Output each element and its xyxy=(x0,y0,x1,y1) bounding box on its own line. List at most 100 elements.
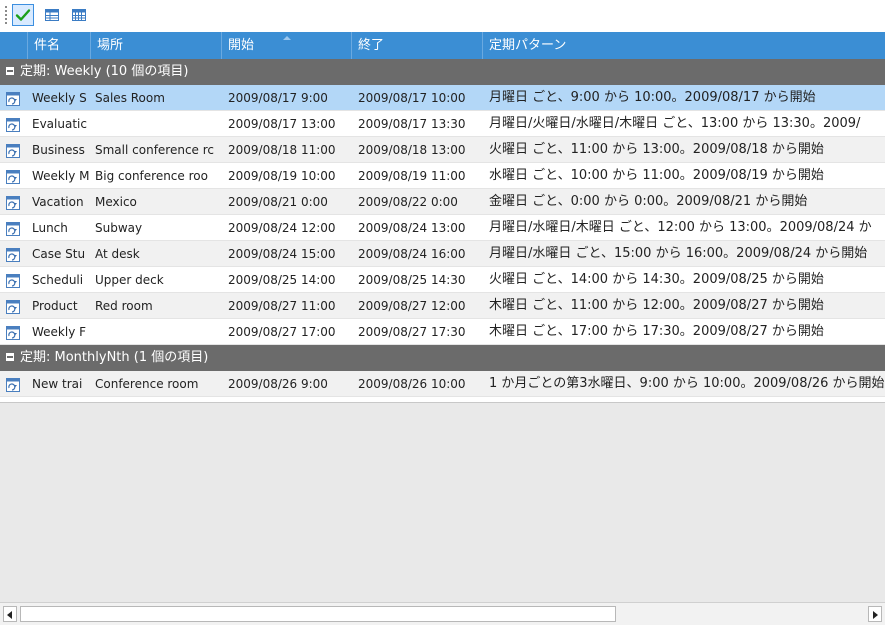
collapse-icon[interactable] xyxy=(6,353,14,361)
cell-end: 2009/08/19 11:00 xyxy=(358,169,466,183)
cell-location: At desk xyxy=(95,247,140,261)
cell-recurrence-pattern: 金曜日 ごと、0:00 から 0:00。2009/08/21 から開始 xyxy=(489,194,808,209)
appointment-grid: 件名 場所 開始 終了 定期パターン 定期: Weekly (10 個の項目) W… xyxy=(0,32,885,402)
cell-start: 2009/08/24 15:00 xyxy=(228,247,336,261)
cell-recurrence-pattern: 木曜日 ごと、17:00 から 17:30。2009/08/27 から開始 xyxy=(489,324,824,339)
collapse-icon[interactable] xyxy=(6,67,14,75)
cell-location xyxy=(91,111,222,137)
recurring-appointment-icon xyxy=(0,111,28,137)
cell-end: 2009/08/18 13:00 xyxy=(358,143,466,157)
recurring-appointment-icon xyxy=(0,163,28,189)
cell-subject: Business xyxy=(32,143,85,157)
cell-start: 2009/08/24 12:00 xyxy=(228,221,336,235)
cell-recurrence-pattern: 月曜日 ごと、9:00 から 10:00。2009/08/17 から開始 xyxy=(489,90,816,105)
cell-location: Red room xyxy=(95,299,153,313)
cell-recurrence-pattern: 月曜日/火曜日/水曜日/木曜日 ごと、13:00 から 13:30。2009/ xyxy=(489,116,861,131)
grid-header: 件名 場所 開始 終了 定期パターン xyxy=(0,32,885,59)
recurring-appointment-icon xyxy=(0,319,28,345)
cell-location: Big conference roo xyxy=(95,169,208,183)
cell-end: 2009/08/27 17:30 xyxy=(358,325,466,339)
cell-recurrence-pattern: 月曜日/水曜日/木曜日 ごと、12:00 から 13:00。2009/08/24… xyxy=(489,220,872,235)
cell-recurrence-pattern: 火曜日 ごと、11:00 から 13:00。2009/08/18 から開始 xyxy=(489,142,824,157)
calendar-view-button[interactable] xyxy=(68,4,90,26)
checkmark-icon xyxy=(15,9,31,21)
cell-end: 2009/08/17 10:00 xyxy=(358,91,466,105)
group-label: 定期: Weekly (10 個の項目) xyxy=(20,64,189,79)
horizontal-scrollbar[interactable] xyxy=(0,602,885,625)
toolbar xyxy=(0,0,885,32)
header-subject[interactable]: 件名 xyxy=(28,32,91,59)
cell-location: Upper deck xyxy=(95,273,164,287)
toolbar-grip[interactable] xyxy=(5,6,7,26)
cell-subject: Product xyxy=(32,299,78,313)
header-location[interactable]: 場所 xyxy=(91,32,222,59)
cell-start: 2009/08/17 13:00 xyxy=(228,117,336,131)
recurring-appointment-icon xyxy=(0,371,28,397)
cell-location: Mexico xyxy=(95,195,137,209)
cell-location xyxy=(91,319,222,345)
table-row[interactable]: Product Red room 2009/08/27 11:00 2009/08/2… xyxy=(0,293,885,319)
table-row[interactable]: Lunch Subway 2009/08/24 12:00 2009/08/24 13… xyxy=(0,215,885,241)
cell-end: 2009/08/17 13:30 xyxy=(358,117,466,131)
cell-subject: Evaluatic xyxy=(32,117,87,131)
cell-recurrence-pattern: 月曜日/水曜日 ごと、15:00 から 16:00。2009/08/24 から開… xyxy=(489,246,868,261)
cell-recurrence-pattern: 木曜日 ごと、11:00 から 12:00。2009/08/27 から開始 xyxy=(489,298,824,313)
cell-start: 2009/08/27 17:00 xyxy=(228,325,336,339)
cell-end: 2009/08/22 0:00 xyxy=(358,195,458,209)
table-row[interactable]: Business Small conference rc 2009/08/18 11… xyxy=(0,137,885,163)
cell-end: 2009/08/27 12:00 xyxy=(358,299,466,313)
recurring-appointment-icon xyxy=(0,189,28,215)
group-label: 定期: MonthlyNth (1 個の項目) xyxy=(20,350,209,365)
table-row[interactable]: Weekly S Sales Room 2009/08/17 9:00 2009/08… xyxy=(0,85,885,111)
recurring-appointment-icon xyxy=(0,215,28,241)
recurring-appointment-icon xyxy=(0,137,28,163)
cell-start: 2009/08/27 11:00 xyxy=(228,299,336,313)
header-end[interactable]: 終了 xyxy=(352,32,483,59)
header-icon-column[interactable] xyxy=(0,32,28,59)
table-view-button[interactable] xyxy=(41,4,63,26)
recurring-appointment-icon xyxy=(0,267,28,293)
scrollbar-thumb[interactable] xyxy=(20,606,616,622)
cell-start: 2009/08/19 10:00 xyxy=(228,169,336,183)
cell-start: 2009/08/25 14:00 xyxy=(228,273,336,287)
cell-start: 2009/08/18 11:00 xyxy=(228,143,336,157)
cell-location: Conference room xyxy=(95,377,199,391)
cell-end: 2009/08/24 16:00 xyxy=(358,247,466,261)
table-row[interactable]: Scheduli Upper deck 2009/08/25 14:00 2009/0… xyxy=(0,267,885,293)
scroll-right-button[interactable] xyxy=(868,606,882,622)
cell-recurrence-pattern: 火曜日 ごと、14:00 から 14:30。2009/08/25 から開始 xyxy=(489,272,824,287)
sort-ascending-icon xyxy=(283,36,291,40)
cell-end: 2009/08/26 10:00 xyxy=(358,377,466,391)
group-header-row[interactable]: 定期: Weekly (10 個の項目) xyxy=(0,59,885,85)
cell-subject: Weekly S xyxy=(32,91,87,105)
cell-start: 2009/08/21 0:00 xyxy=(228,195,328,209)
checkmark-button[interactable] xyxy=(12,4,34,26)
table-row[interactable]: Case Stu At desk 2009/08/24 15:00 2009/08/2… xyxy=(0,241,885,267)
table-row[interactable]: Evaluatic 2009/08/17 13:00 2009/08/17 13:3… xyxy=(0,111,885,137)
recurring-appointment-icon xyxy=(0,241,28,267)
cell-subject: Vacation xyxy=(32,195,84,209)
header-recurrence-pattern[interactable]: 定期パターン xyxy=(483,32,885,59)
calendar-view-icon xyxy=(72,9,86,21)
table-row[interactable]: Vacation Mexico 2009/08/21 0:00 2009/08/22 … xyxy=(0,189,885,215)
cell-end: 2009/08/25 14:30 xyxy=(358,273,466,287)
cell-recurrence-pattern: 1 か月ごとの第3水曜日、9:00 から 10:00。2009/08/26 から… xyxy=(489,376,885,391)
grid-empty-area xyxy=(0,402,885,603)
cell-location: Subway xyxy=(95,221,143,235)
table-row[interactable]: Weekly M Big conference roo 2009/08/19 10:… xyxy=(0,163,885,189)
cell-subject: New trai xyxy=(32,377,83,391)
group-header-row[interactable]: 定期: MonthlyNth (1 個の項目) xyxy=(0,345,885,371)
cell-subject: Weekly M xyxy=(32,169,90,183)
recurring-appointment-icon xyxy=(0,293,28,319)
cell-location: Small conference rc xyxy=(95,143,215,157)
cell-recurrence-pattern: 水曜日 ごと、10:00 から 11:00。2009/08/19 から開始 xyxy=(489,168,824,183)
scroll-left-button[interactable] xyxy=(3,606,17,622)
cell-start: 2009/08/26 9:00 xyxy=(228,377,328,391)
cell-subject: Case Stu xyxy=(32,247,86,261)
cell-location: Sales Room xyxy=(95,91,165,105)
table-view-icon xyxy=(45,9,59,21)
recurring-appointment-icon xyxy=(0,85,28,111)
table-row[interactable]: New trai Conference room 2009/08/26 9:00 20… xyxy=(0,371,885,397)
cell-start: 2009/08/17 9:00 xyxy=(228,91,328,105)
table-row[interactable]: Weekly F 2009/08/27 17:00 2009/08/27 17:30… xyxy=(0,319,885,345)
